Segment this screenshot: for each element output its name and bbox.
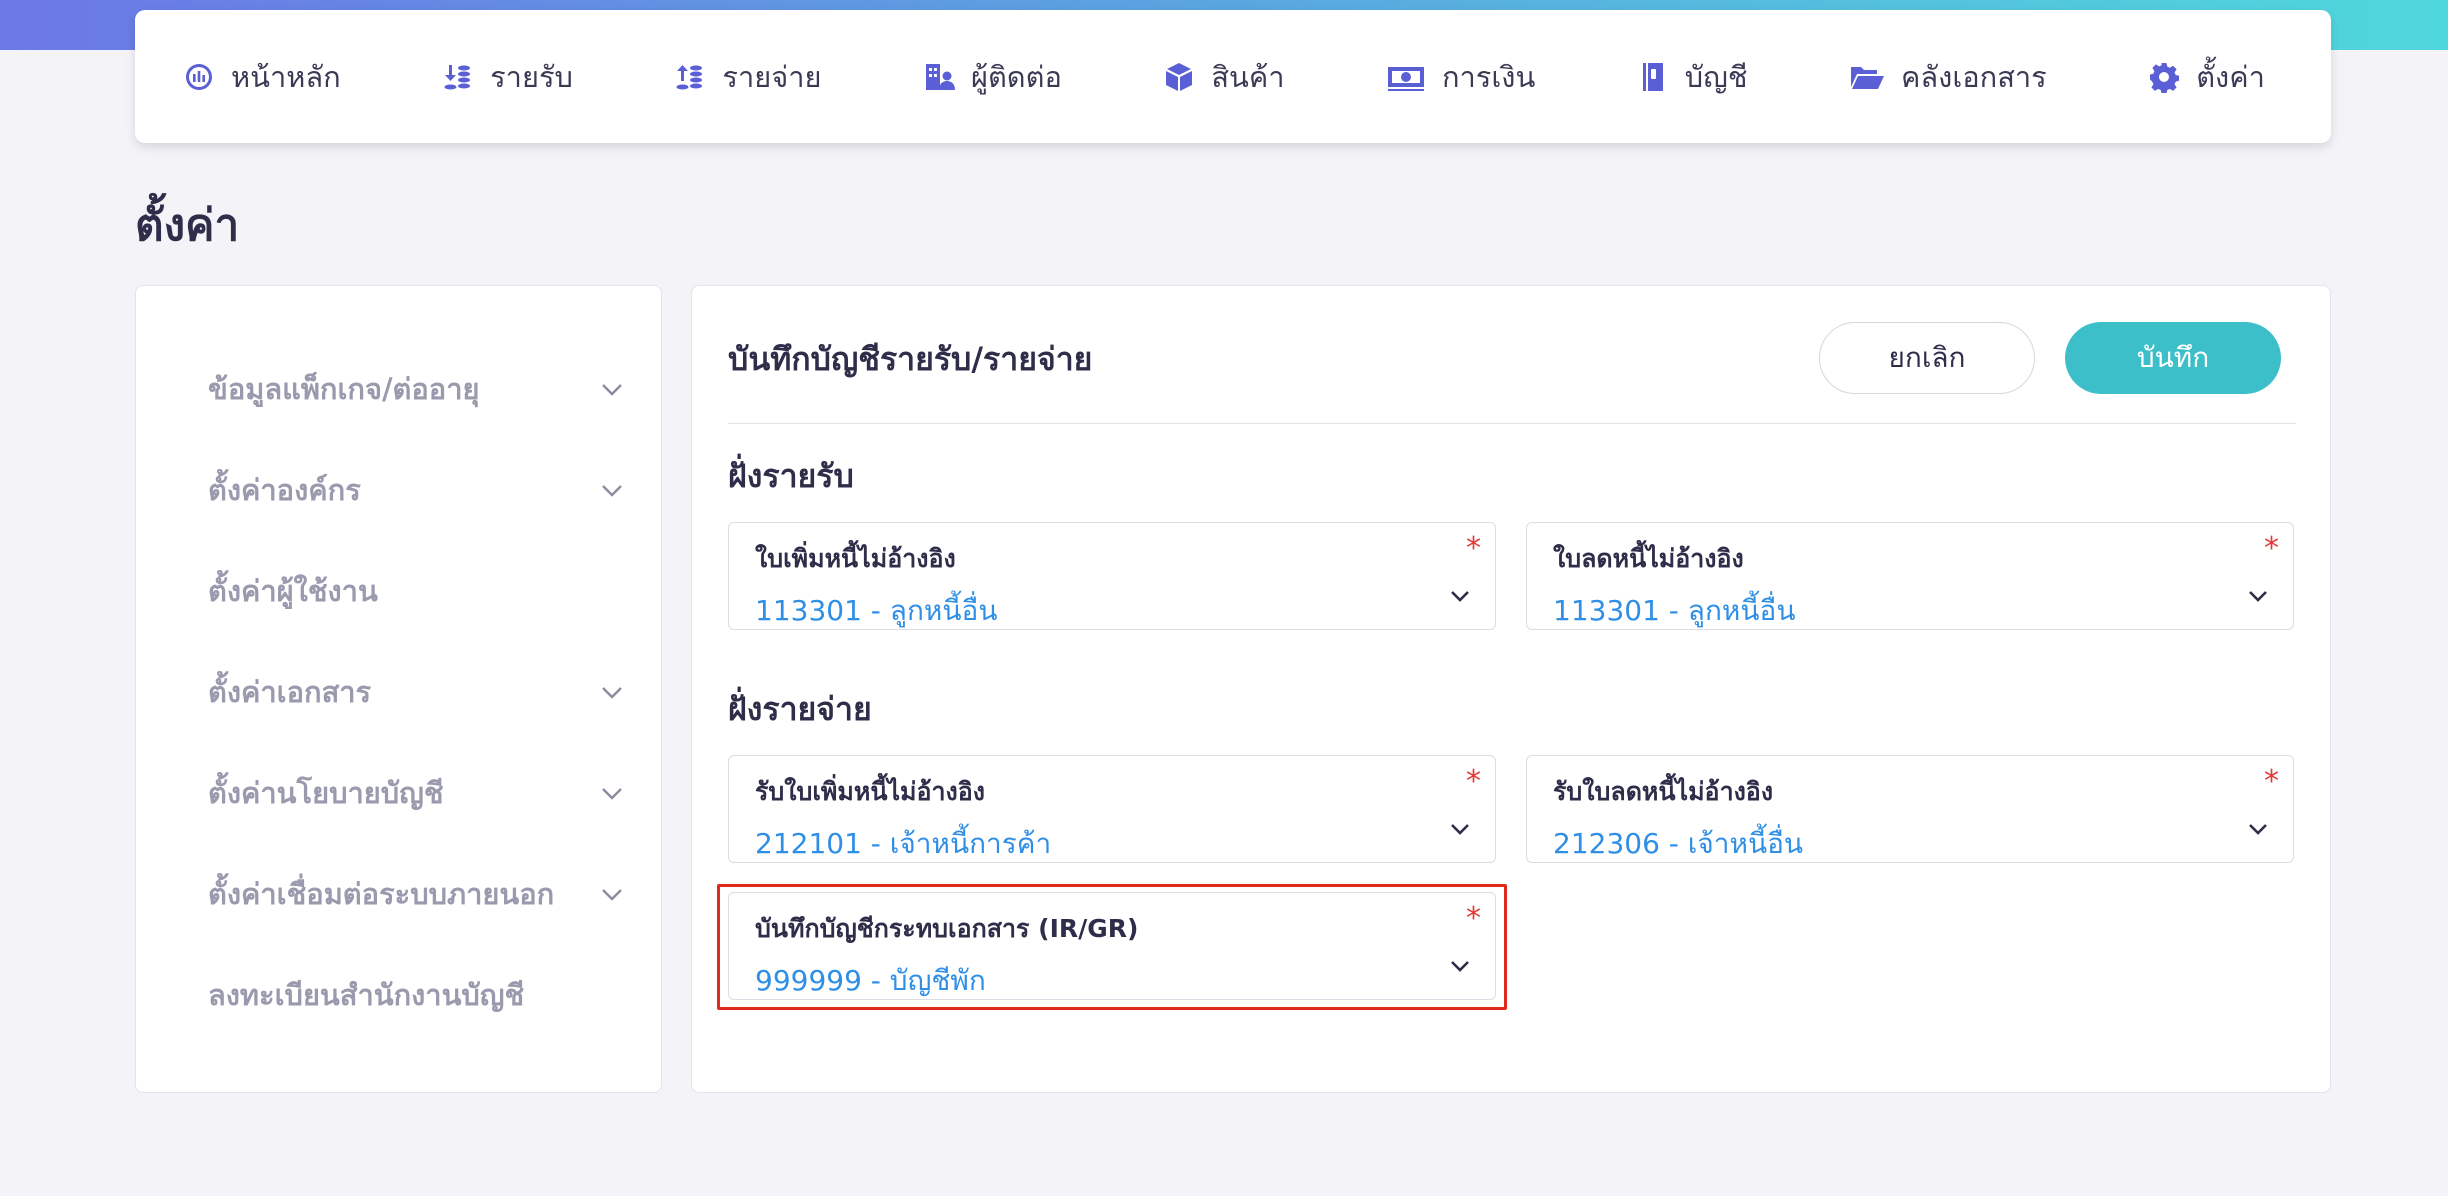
field-value: 212306 - เจ้าหนี้อื่น: [1553, 827, 1804, 860]
ledger-book-icon: [1642, 62, 1663, 91]
chevron-down-icon: [602, 686, 622, 699]
cancel-button[interactable]: ยกเลิก: [1819, 322, 2035, 394]
nav-item-accounting[interactable]: บัญชี: [1637, 54, 1748, 100]
contacts-icon: [925, 63, 955, 90]
nav-item-home[interactable]: หน้าหลัก: [183, 54, 341, 100]
header-divider: [728, 423, 2296, 424]
gear-icon: [2150, 62, 2180, 93]
nav-item-products[interactable]: สินค้า: [1163, 54, 1285, 100]
accounting-entry-panel: บันทึกบัญชีรายรับ/รายจ่าย ยกเลิก บันทึก …: [691, 285, 2331, 1093]
income-credit-note-select[interactable]: * ใบลดหนี้ไม่อ้างอิง 113301 - ลูกหนี้อื่…: [1526, 522, 2294, 630]
nav-item-contacts[interactable]: ผู้ติดต่อ: [923, 54, 1062, 100]
sidebar-item-label: ข้อมูลแพ็กเกจ/ต่ออายุ: [208, 371, 480, 406]
nav-item-documents[interactable]: คลังเอกสาร: [1849, 54, 2047, 100]
sidebar-item-accounting-policy[interactable]: ตั้งค่านโยบายบัญชี: [136, 742, 661, 843]
field-label: รับใบลดหนี้ไม่อ้างอิง: [1553, 777, 1774, 806]
nav-item-settings[interactable]: ตั้งค่า: [2148, 54, 2265, 100]
settings-sidebar: ข้อมูลแพ็กเกจ/ต่ออายุ ตั้งค่าองค์กร ตั้ง…: [135, 285, 662, 1093]
panel-title: บันทึกบัญชีรายรับ/รายจ่าย: [728, 340, 1093, 378]
sidebar-item-label: ตั้งค่านโยบายบัญชี: [208, 775, 444, 810]
sidebar-item-label: ตั้งค่าองค์กร: [208, 472, 361, 507]
chevron-down-icon: [602, 888, 622, 901]
income-debit-note-select[interactable]: * ใบเพิ่มหนี้ไม่อ้างอิง 113301 - ลูกหนี้…: [728, 522, 1496, 630]
chevron-down-icon: [1451, 961, 1469, 972]
expense-icon: [676, 64, 703, 89]
chevron-down-icon: [1451, 591, 1469, 602]
nav-label: รายจ่าย: [722, 59, 822, 94]
nav-label: ตั้งค่า: [2196, 59, 2265, 94]
chevron-down-icon: [1451, 824, 1469, 835]
chevron-down-icon: [602, 383, 622, 396]
field-value: 113301 - ลูกหนี้อื่น: [755, 594, 998, 627]
income-section-title: ฝั่งรายรับ: [728, 457, 854, 495]
ir-gr-reconciliation-select[interactable]: * บันทึกบัญชีกระทบเอกสาร (IR/GR) 999999 …: [728, 892, 1496, 1000]
field-label: ใบเพิ่มหนี้ไม่อ้างอิง: [755, 544, 956, 573]
money-icon: [1387, 66, 1424, 91]
sidebar-item-label: ลงทะเบียนสำนักงานบัญชี: [208, 977, 525, 1012]
field-label: รับใบเพิ่มหนี้ไม่อ้างอิง: [755, 777, 985, 806]
chevron-down-icon: [2249, 824, 2267, 835]
save-button[interactable]: บันทึก: [2065, 322, 2281, 394]
nav-item-expense[interactable]: รายจ่าย: [674, 54, 822, 100]
sidebar-item-users[interactable]: ตั้งค่าผู้ใช้งาน: [136, 540, 661, 641]
required-asterisk: *: [2264, 531, 2279, 566]
sidebar-item-label: ตั้งค่าเอกสาร: [208, 674, 372, 709]
chevron-down-icon: [2249, 591, 2267, 602]
income-icon: [444, 64, 471, 89]
expense-section-title: ฝั่งรายจ่าย: [728, 690, 872, 728]
required-asterisk: *: [2264, 764, 2279, 799]
nav-item-income[interactable]: รายรับ: [442, 54, 573, 100]
sidebar-item-label: ตั้งค่าเชื่อมต่อระบบภายนอก: [208, 876, 555, 911]
field-value: 113301 - ลูกหนี้อื่น: [1553, 594, 1796, 627]
sidebar-item-register-office[interactable]: ลงทะเบียนสำนักงานบัญชี: [136, 944, 661, 1045]
sidebar-item-documents[interactable]: ตั้งค่าเอกสาร: [136, 641, 661, 742]
dashboard-icon: [186, 63, 212, 90]
folder-open-icon: [1850, 66, 1884, 89]
nav-label: การเงิน: [1441, 59, 1536, 94]
sidebar-item-organization[interactable]: ตั้งค่าองค์กร: [136, 439, 661, 540]
nav-label: ผู้ติดต่อ: [970, 59, 1062, 94]
nav-label: บัญชี: [1684, 59, 1748, 94]
required-asterisk: *: [1466, 764, 1481, 799]
nav-label: รายรับ: [490, 59, 573, 94]
page-title: ตั้งค่า: [135, 200, 240, 251]
product-box-icon: [1166, 62, 1193, 91]
expense-credit-note-select[interactable]: * รับใบลดหนี้ไม่อ้างอิง 212306 - เจ้าหนี…: [1526, 755, 2294, 863]
nav-label: สินค้า: [1211, 59, 1285, 94]
nav-item-finance[interactable]: การเงิน: [1386, 54, 1535, 100]
nav-label: หน้าหลัก: [231, 59, 341, 94]
sidebar-item-label: ตั้งค่าผู้ใช้งาน: [208, 573, 378, 608]
nav-label: คลังเอกสาร: [1900, 59, 2047, 94]
expense-debit-note-select[interactable]: * รับใบเพิ่มหนี้ไม่อ้างอิง 212101 - เจ้า…: [728, 755, 1496, 863]
field-value: 212101 - เจ้าหนี้การค้า: [755, 827, 1052, 860]
chevron-down-icon: [602, 484, 622, 497]
main-navbar: หน้าหลัก รายรับ รายจ่าย ผู้ติดต่อ สินค้า…: [135, 10, 2331, 143]
sidebar-item-integrations[interactable]: ตั้งค่าเชื่อมต่อระบบภายนอก: [136, 843, 661, 944]
chevron-down-icon: [602, 787, 622, 800]
required-asterisk: *: [1466, 531, 1481, 566]
field-label: บันทึกบัญชีกระทบเอกสาร (IR/GR): [755, 914, 1139, 943]
required-asterisk: *: [1466, 901, 1481, 936]
field-value: 999999 - บัญชีพัก: [755, 964, 986, 997]
sidebar-item-package[interactable]: ข้อมูลแพ็กเกจ/ต่ออายุ: [136, 338, 661, 439]
field-label: ใบลดหนี้ไม่อ้างอิง: [1553, 544, 1744, 573]
